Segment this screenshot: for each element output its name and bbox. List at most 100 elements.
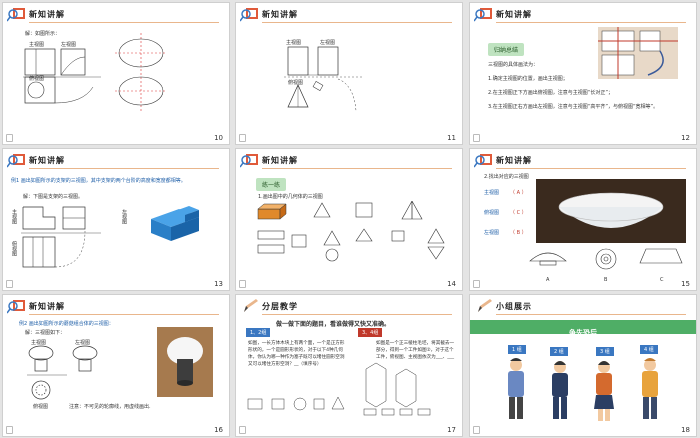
slide-note-icon [239,280,246,288]
dashed-line-note: 注意：不可见的轮廓线，用虚线画出. [69,404,151,410]
magnifier-book-icon [7,8,25,22]
mushroom-photo [157,327,213,397]
slide-header: 新知讲解 [470,3,696,25]
slide-header: 分层教学 [236,295,462,317]
slide-number: 16 [214,426,223,434]
slide-thumbnail-15[interactable]: 新知讲解 2.找出对应的三视图 主视图 （ A ） 俯视图 （ C ） 左视图 … [470,149,696,290]
practice-badge: 练一练 [256,178,287,191]
slide-number: 12 [681,134,690,142]
summary-badge: 归纳总结 [488,43,525,56]
magnifier-book-icon [240,8,258,22]
header-divider [262,168,452,169]
slide-thumbnail-13[interactable]: 新知讲解 例1 画出如图所示的支架的三视图，其中支架的两个台阶的高度和宽度都相等… [3,149,229,290]
slide-thumbnail-11[interactable]: 新知讲解 主视图 左视图 俯视图 11 [236,3,462,144]
bracket-3d-model [151,206,199,241]
slide-note-icon [473,280,480,288]
top-view-answer: （ C ） [510,210,527,216]
front-view-label: 主视图 [11,209,17,224]
slide-thumbnail-12[interactable]: 新知讲解 归纳总结 三视图的具体画法为： 1.确定主视图的位置，画出主视图； 2… [470,3,696,144]
rules-heading: 三视图的具体画法为： [488,62,539,68]
example-prompt: 例2 画出如图所示的蘑菇组合体的三视图： [19,321,114,327]
slide-thumbnail-17[interactable]: 分层教学 做一做下面的题目，看谁做得又快又准确。 1、2组 3、4组 如图，一长… [236,295,462,436]
problem-1-text: 如图，一长方体木块上有两个面，一个是正方形形状的，一个是圆形形状的，对于以下4种… [248,341,345,367]
header-divider [29,168,219,169]
header-divider [29,314,219,315]
rule-step-2: 2.在主视图正下方画出俯视图，注意与主视图“长对正”； [488,90,613,96]
slide-title: 新知讲解 [29,156,65,165]
header-divider [496,314,686,315]
slide-title: 分层教学 [262,302,298,311]
slide-thumbnail-16[interactable]: 新知讲解 例2 画出如图所示的蘑菇组合体的三视图： 解：三视图如下： 主视图 左… [3,295,229,436]
magnifier-book-icon [7,300,25,314]
left-answer-letter: B [516,230,521,236]
problem-2-figures [363,362,431,416]
slide-note-icon [6,426,13,434]
slide-note-icon [6,134,13,142]
slide-note-icon [239,134,246,142]
problem-2-text: 如图是一个正三棱柱毛坯，将其截去一部分，得到一个工件如图②，对于这个工件，俯视图… [376,341,455,360]
projection-diagram [598,27,678,79]
bracket-three-views [21,206,101,268]
slide-number: 15 [681,280,690,288]
motto-text: 做一做下面的题目，看谁做得又快又准确。 [276,321,391,328]
front-view-answer: （ A ） [510,190,527,196]
slide-header: 小组展示 [470,295,696,317]
slide-title: 新知讲解 [262,10,298,19]
three-view-drawing [284,46,364,112]
front-view-label: 主视图 [484,190,500,196]
slide-number: 13 [214,280,223,288]
slide-thumbnail-18[interactable]: 小组展示 争先恐后 1 组 2 组 3 组 4 组 18 [470,295,696,436]
slide-note-icon [239,426,246,434]
option-c-label: C [660,277,664,283]
slide-header: 新知讲解 [470,149,696,171]
slide-number: 18 [681,426,690,434]
circle-ellipse-diagram [115,33,167,111]
group-4-tag: 4 组 [640,345,658,354]
slide-note-icon [473,134,480,142]
top-answer-letter: C [516,210,521,216]
pencil-icon [244,299,258,312]
answer-line: 解：三视图如下： [25,330,66,336]
geometric-solids [257,201,445,262]
slide-number: 14 [447,280,456,288]
magnifier-book-icon [240,154,258,168]
option-a-label: A [546,277,550,283]
slide-title: 新知讲解 [262,156,298,165]
slide-title: 小组展示 [496,302,532,311]
magnifier-book-icon [474,154,492,168]
front-answer-letter: A [516,190,521,196]
slide-title: 新知讲解 [496,156,532,165]
answer-intro: 解：如图所示： [25,31,61,37]
slide-title: 新知讲解 [29,302,65,311]
mushroom-three-views [27,345,98,400]
tier-1-badge: 1、2组 [246,328,271,337]
answer-line: 解：下图是支架的三视图。 [23,194,84,200]
banner-bar: 争先恐后 [470,320,696,337]
option-shapes [529,248,683,270]
slide-title: 新知讲解 [496,10,532,19]
top-view-label: 俯视图 [33,404,49,410]
slide-header: 新知讲解 [236,3,462,25]
slide-header: 新知讲解 [3,295,229,317]
slide-thumbnail-10[interactable]: 新知讲解 解：如图所示： 主视图 左视图 俯视图 10 [3,3,229,144]
magnifier-book-icon [474,8,492,22]
header-divider [496,168,686,169]
slide-header: 新知讲解 [3,3,229,25]
left-view-label: 左视图 [121,209,127,224]
header-divider [262,22,452,23]
option-b-label: B [604,277,608,283]
slide-number: 11 [447,134,456,142]
slide-note-icon [6,280,13,288]
slide-number: 10 [214,134,223,142]
slide-number: 17 [447,426,456,434]
question-2: 2.找出对应的三视图 [484,174,529,180]
slide-title: 新知讲解 [29,10,65,19]
left-view-answer: （ B ） [510,230,527,236]
magnifier-book-icon [7,154,25,168]
header-divider [496,22,686,23]
slide-thumbnail-14[interactable]: 新知讲解 练一练 1.画出图中的几何体的三视图 14 [236,149,462,290]
group-1-tag: 1 组 [508,345,526,354]
slide-note-icon [473,426,480,434]
question-1: 1.画出图中的几何体的三视图 [258,194,323,200]
example-prompt: 例1 画出如图所示的支架的三视图，其中支架的两个台阶的高度和宽度都相等。 [11,178,186,184]
